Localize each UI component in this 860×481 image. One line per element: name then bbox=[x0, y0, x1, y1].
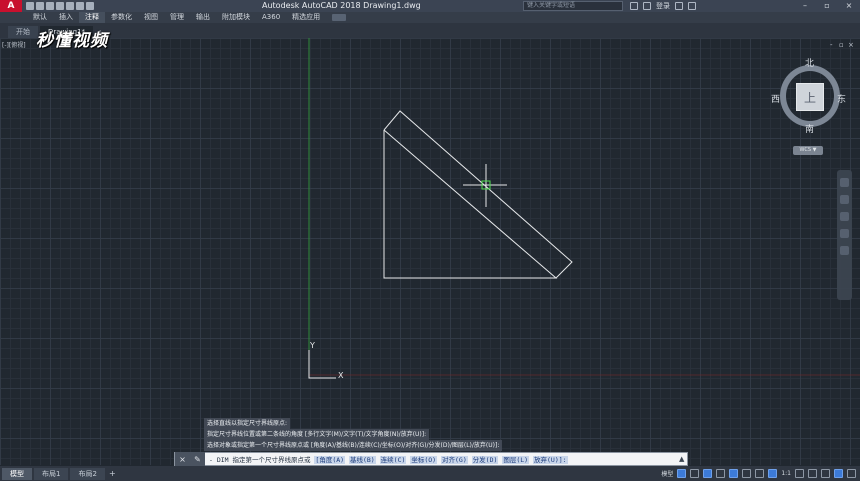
customize-wrench-icon[interactable]: ✎ bbox=[194, 455, 201, 464]
close-command-line-icon[interactable]: × bbox=[179, 455, 186, 464]
ortho-icon[interactable] bbox=[703, 469, 713, 478]
command-history-line: 指定尺寸界线位置或第二条线的角度 [多行文字(M)/文字(T)/文字角度(N)/… bbox=[204, 429, 430, 440]
compass-north[interactable]: 北 bbox=[805, 56, 814, 69]
model-space-toggle[interactable]: 模型 bbox=[661, 469, 673, 478]
compass-west[interactable]: 西 bbox=[771, 92, 780, 105]
annotation-visibility-icon[interactable] bbox=[768, 469, 778, 478]
pan-icon[interactable] bbox=[840, 195, 849, 204]
osnap-icon[interactable] bbox=[729, 469, 739, 478]
grid-icon[interactable] bbox=[677, 469, 687, 478]
autocad-window: A Autodesk AutoCAD 2018 Drawing1.dwg 键入关… bbox=[0, 0, 860, 481]
command-prompt[interactable]: - DIM 指定第一个尺寸界线原点或 [角度(A) 基线(B) 连续(C) 坐标… bbox=[205, 454, 568, 464]
option-layer[interactable]: 图层(L) bbox=[502, 456, 530, 464]
status-toggles: 模型 1:1 bbox=[661, 467, 856, 480]
orbit-icon[interactable] bbox=[840, 229, 849, 238]
steering-wheel-icon[interactable] bbox=[840, 178, 849, 187]
otrack-icon[interactable] bbox=[742, 469, 752, 478]
viewcube[interactable]: 上 北 南 西 东 bbox=[771, 59, 846, 135]
command-history: 选择直线以指定尺寸界线原点: 指定尺寸界线位置或第二条线的角度 [多行文字(M)… bbox=[204, 418, 503, 451]
isolate-objects-icon[interactable] bbox=[821, 469, 830, 478]
annotation-scale[interactable]: 1:1 bbox=[781, 470, 791, 477]
customization-menu-icon[interactable] bbox=[847, 469, 856, 478]
showmotion-icon[interactable] bbox=[840, 246, 849, 255]
snap-icon[interactable] bbox=[690, 469, 700, 478]
viewcube-top-face[interactable]: 上 bbox=[796, 83, 824, 111]
command-line[interactable]: × ✎ - DIM 指定第一个尺寸界线原点或 [角度(A) 基线(B) 连续(C… bbox=[174, 452, 688, 466]
watermark-logo: 秒懂视频 bbox=[36, 31, 108, 51]
ucs-x-label: X bbox=[338, 371, 344, 380]
option-undo[interactable]: 放弃(U)]: bbox=[533, 456, 568, 464]
option-baseline[interactable]: 基线(B) bbox=[348, 456, 376, 464]
option-ordinate[interactable]: 坐标(O) bbox=[410, 456, 438, 464]
command-prompt-text: - DIM 指定第一个尺寸界线原点或 bbox=[209, 456, 311, 464]
compass-south[interactable]: 南 bbox=[805, 122, 814, 135]
option-continue[interactable]: 连续(C) bbox=[379, 456, 407, 464]
navigation-bar bbox=[837, 170, 852, 300]
ucs-y-label: Y bbox=[309, 341, 315, 350]
drawing-geometry: Y X bbox=[308, 38, 860, 380]
layout-tab-layout1[interactable]: 布局1 bbox=[34, 467, 69, 480]
compass-east[interactable]: 东 bbox=[837, 92, 846, 105]
layout-tab-layout2[interactable]: 布局2 bbox=[70, 467, 105, 480]
lineweight-icon[interactable] bbox=[755, 469, 765, 478]
zoom-extents-icon[interactable] bbox=[840, 212, 849, 221]
plus-icon[interactable] bbox=[808, 469, 817, 478]
command-line-tools: × ✎ bbox=[175, 452, 205, 466]
wcs-menu[interactable]: WCS ▼ bbox=[793, 146, 823, 155]
layout-tab-model[interactable]: 模型 bbox=[2, 467, 32, 480]
status-bar: 模型 布局1 布局2 + 模型 1:1 bbox=[0, 466, 860, 481]
option-align[interactable]: 对齐(G) bbox=[441, 456, 468, 464]
option-distribute[interactable]: 分发(D) bbox=[471, 456, 499, 464]
ucs-icon bbox=[308, 350, 336, 379]
triangle-outline[interactable] bbox=[383, 129, 558, 279]
add-layout-button[interactable]: + bbox=[109, 469, 116, 478]
hardware-acceleration-icon[interactable] bbox=[834, 469, 843, 478]
command-history-line: 选择对象或指定第一个尺寸界线原点或 [角度(A)/基线(B)/连续(C)/坐标(… bbox=[204, 440, 503, 451]
polar-icon[interactable] bbox=[716, 469, 726, 478]
gear-icon[interactable] bbox=[795, 469, 804, 478]
triangle-offset-edge[interactable] bbox=[383, 110, 573, 279]
command-history-toggle-icon[interactable]: ▲ bbox=[679, 455, 687, 463]
command-history-line: 选择直线以指定尺寸界线原点: bbox=[204, 418, 291, 429]
option-angle[interactable]: [角度(A) bbox=[314, 456, 346, 464]
